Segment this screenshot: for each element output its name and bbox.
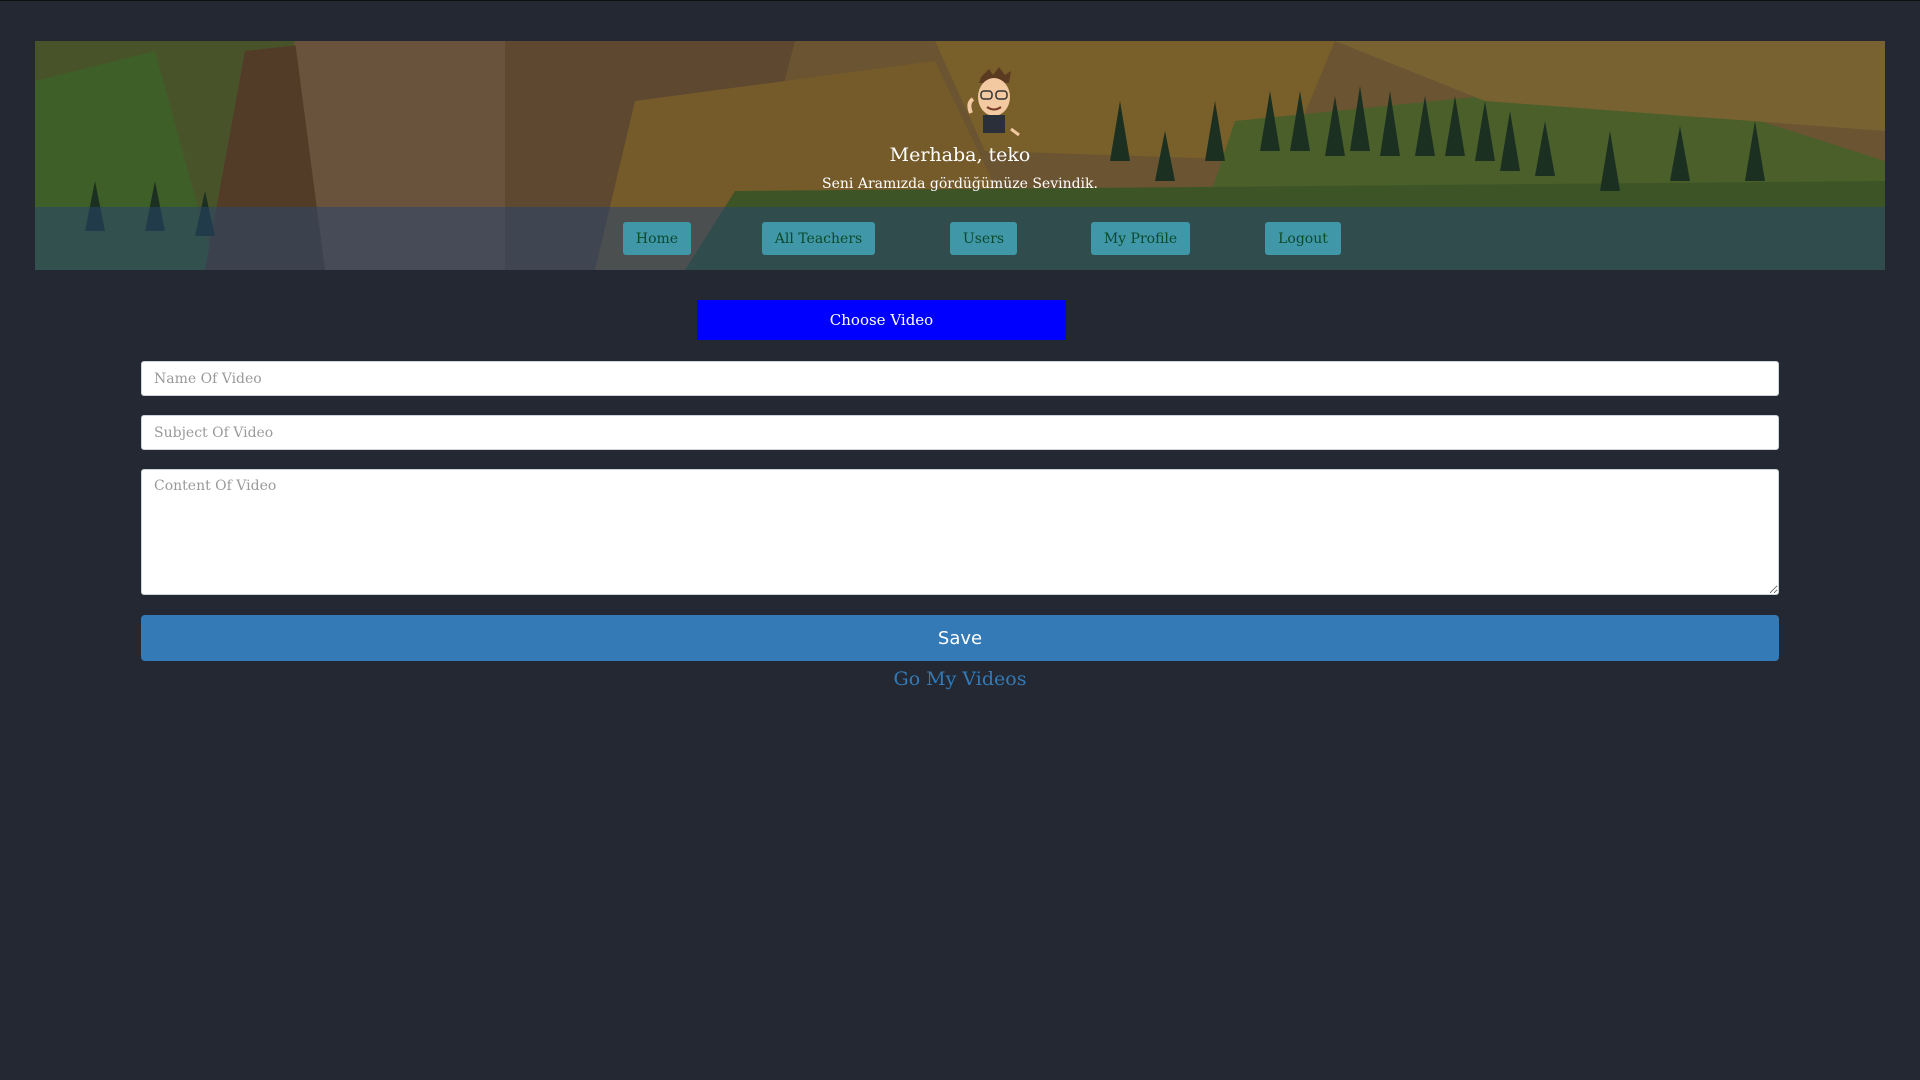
avatar [967,67,1020,137]
nav-logout-button[interactable]: Logout [1265,222,1341,255]
video-subject-input[interactable] [141,415,1779,450]
nav-my-profile-button[interactable]: My Profile [1091,222,1190,255]
choose-video-button[interactable]: Choose Video [697,300,1066,340]
nav-users-button[interactable]: Users [950,222,1017,255]
video-content-textarea[interactable] [141,469,1779,595]
video-name-input[interactable] [141,361,1779,396]
save-button[interactable]: Save [141,615,1779,661]
nav-all-teachers-button[interactable]: All Teachers [762,222,875,255]
header-banner: Merhaba, teko Seni Aramızda gördüğümüze … [35,41,1885,270]
welcome-subtitle: Seni Aramızda gördüğümüze Sevindik. [822,176,1098,192]
greeting-text: Merhaba, teko [889,144,1031,166]
go-my-videos-link[interactable]: Go My Videos [0,668,1920,690]
nav-bar: Home All Teachers Users My Profile Logou… [35,207,1885,270]
nav-home-button[interactable]: Home [623,222,691,255]
